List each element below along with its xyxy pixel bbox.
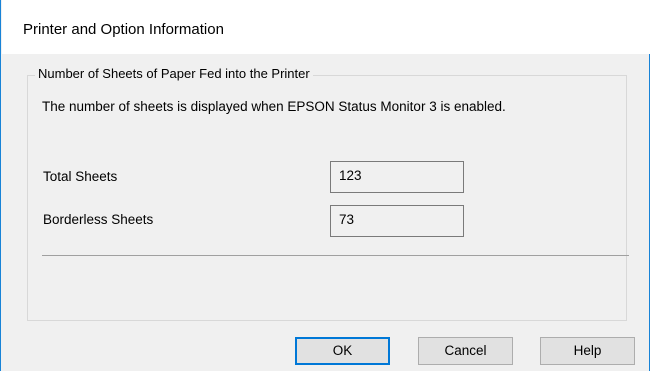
ok-button[interactable]: OK: [295, 337, 390, 365]
groupbox-legend: Number of Sheets of Paper Fed into the P…: [35, 66, 313, 81]
help-button[interactable]: Help: [540, 337, 635, 365]
total-sheets-value: 123: [330, 161, 464, 193]
printer-option-info-dialog: Printer and Option Information Number of…: [0, 0, 650, 371]
separator-line: [42, 255, 629, 256]
status-monitor-description: The number of sheets is displayed when E…: [42, 99, 506, 114]
total-sheets-label: Total Sheets: [43, 169, 118, 184]
borderless-sheets-label: Borderless Sheets: [43, 212, 154, 227]
borderless-sheets-value: 73: [330, 205, 464, 237]
dialog-title: Printer and Option Information: [23, 21, 224, 38]
dialog-header: Printer and Option Information: [2, 0, 650, 54]
cancel-button[interactable]: Cancel: [418, 337, 513, 365]
